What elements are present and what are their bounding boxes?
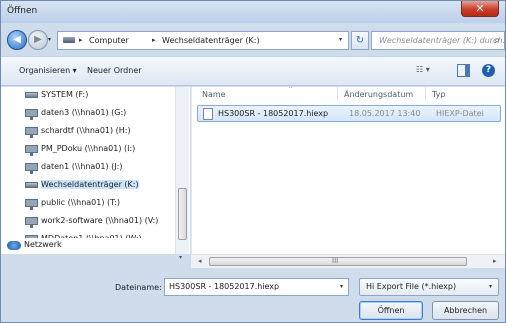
organize-button[interactable]: Organisieren ▾ (19, 66, 77, 75)
command-bar: Organisieren ▾ Neuer Ordner ☷ ▾ ? (1, 56, 505, 86)
navigation-scroll-down-icon[interactable]: ▾ (179, 254, 182, 261)
column-divider[interactable] (337, 87, 338, 101)
address-dropdown-icon[interactable]: ▾ (339, 36, 342, 43)
navigation-pane: SYSTEM (F:) daten3 (\\hna01) (G:) schard… (1, 87, 190, 254)
close-button[interactable]: ✕ (461, 1, 499, 17)
file-type-select[interactable]: Hi Export File (*.hiexp) ▾ (359, 278, 499, 296)
horizontal-scrollbar[interactable]: ◂ III ▸ (191, 254, 505, 268)
column-header-type[interactable]: Typ (432, 90, 445, 99)
column-header-name[interactable]: Name (202, 90, 226, 99)
usb-drive-icon (25, 182, 38, 188)
filename-label: Dateiname: (115, 283, 162, 292)
dialog-footer: Dateiname: HS300SR - 18052017.hiexp ▾ Hi… (1, 268, 505, 322)
refresh-button[interactable]: ↻ (351, 31, 369, 50)
nav-item-work2-software-v[interactable]: work2-software (\\hna01) (V:) (1, 214, 175, 228)
nav-item-netzwerk[interactable]: Netzwerk (1, 238, 175, 254)
column-divider[interactable] (425, 87, 426, 101)
breadcrumb-separator: ▸ (79, 36, 83, 44)
nav-item-label: schardtf (\\hna01) (H:) (41, 126, 131, 135)
search-box[interactable]: Wechseldatenträger (K:) durch... ⌕ (371, 31, 505, 50)
filename-value[interactable]: HS300SR - 18052017.hiexp (169, 282, 279, 291)
file-list: Name ^ Änderungsdatum Typ HS300SR - 1805… (191, 87, 505, 254)
network-drive-icon (25, 145, 38, 156)
file-type-dropdown-icon[interactable]: ▾ (489, 283, 492, 290)
nav-item-pm-pdoku-i[interactable]: PM_PDoku (\\hna01) (I:) (1, 142, 175, 156)
network-drive-icon (25, 109, 38, 120)
file-icon (203, 108, 213, 120)
window-title: Öffnen (7, 6, 38, 16)
usb-drive-icon (25, 92, 38, 98)
scroll-right-icon[interactable]: ▸ (493, 257, 497, 265)
navigation-scrollbar[interactable] (175, 87, 189, 254)
nav-item-label: daten3 (\\hna01) (G:) (41, 108, 127, 117)
nav-item-schardtf-h[interactable]: schardtf (\\hna01) (H:) (1, 124, 175, 138)
file-type: HIEXP-Datei (436, 109, 484, 118)
view-options-button[interactable]: ☷ ▾ (416, 65, 442, 78)
help-button[interactable]: ? (482, 64, 495, 77)
breadcrumb-separator[interactable]: ▸ (152, 36, 156, 44)
scrollbar-grip-icon: III (332, 257, 339, 265)
address-bar[interactable]: ▸ Computer ▸ Wechseldatenträger (K:) ▾ (57, 31, 349, 50)
nav-item-label: Netzwerk (24, 240, 62, 249)
new-folder-button[interactable]: Neuer Ordner (87, 66, 142, 75)
title-bar[interactable]: Öffnen ✕ (1, 1, 505, 23)
sort-ascending-icon: ^ (288, 87, 294, 93)
file-type-value: Hi Export File (*.hiexp) (366, 282, 457, 291)
nav-item-label: daten1 (\\hna01) (J:) (41, 162, 123, 171)
filename-input[interactable]: HS300SR - 18052017.hiexp ▾ (164, 278, 349, 296)
filename-dropdown-icon[interactable]: ▾ (340, 283, 343, 290)
network-drive-icon (25, 127, 38, 138)
navigation-bar: ◀ ▶ ▾ ▸ Computer ▸ Wechseldatenträger (K… (1, 23, 505, 53)
navigation-pane-bottom: Netzwerk ▾ (1, 238, 191, 268)
network-icon (7, 241, 21, 250)
network-drive-icon (25, 199, 38, 210)
nav-item-public-t[interactable]: public (\\hna01) (T:) (1, 196, 175, 210)
cancel-button[interactable]: Abbrechen (432, 301, 499, 320)
search-placeholder[interactable]: Wechseldatenträger (K:) durch... (379, 36, 505, 45)
file-name: HS300SR - 18052017.hiexp (218, 109, 329, 118)
recent-locations-button[interactable]: ▾ (48, 36, 51, 43)
file-date: 18.05.2017 13:40 (349, 109, 421, 118)
nav-item-wechseldatentraeger-k[interactable]: Wechseldatenträger (K:) (1, 178, 175, 192)
open-file-dialog: Öffnen ✕ ◀ ▶ ▾ ▸ Computer ▸ Wechseldaten… (0, 0, 506, 323)
nav-item-label: work2-software (\\hna01) (V:) (41, 216, 159, 225)
nav-item-label: public (\\hna01) (T:) (41, 198, 120, 207)
nav-item-label: PM_PDoku (\\hna01) (I:) (41, 144, 136, 153)
search-icon[interactable]: ⌕ (494, 35, 500, 46)
nav-item-label: SYSTEM (F:) (41, 90, 89, 99)
file-row[interactable]: HS300SR - 18052017.hiexp 18.05.2017 13:4… (197, 105, 501, 122)
nav-item-label: Wechseldatenträger (K:) (41, 180, 139, 189)
drive-icon (63, 37, 75, 43)
navigation-scrollbar-thumb[interactable] (178, 188, 187, 240)
scroll-left-icon[interactable]: ◂ (198, 257, 202, 265)
nav-item-daten3-g[interactable]: daten3 (\\hna01) (G:) (1, 106, 175, 120)
horizontal-scrollbar-thumb[interactable]: III (209, 257, 467, 266)
network-drive-icon (25, 217, 38, 228)
forward-button[interactable]: ▶ (28, 30, 48, 50)
nav-item-daten1-j[interactable]: daten1 (\\hna01) (J:) (1, 160, 175, 174)
preview-pane-button[interactable] (457, 64, 470, 77)
back-button[interactable]: ◀ (7, 30, 27, 50)
breadcrumb-computer[interactable]: Computer (89, 36, 129, 45)
network-drive-icon (25, 163, 38, 174)
breadcrumb-removable-drive[interactable]: Wechseldatenträger (K:) (162, 36, 260, 45)
open-button[interactable]: Öffnen (359, 301, 423, 320)
column-header-date[interactable]: Änderungsdatum (344, 90, 413, 99)
nav-item-system-f[interactable]: SYSTEM (F:) (1, 88, 175, 102)
